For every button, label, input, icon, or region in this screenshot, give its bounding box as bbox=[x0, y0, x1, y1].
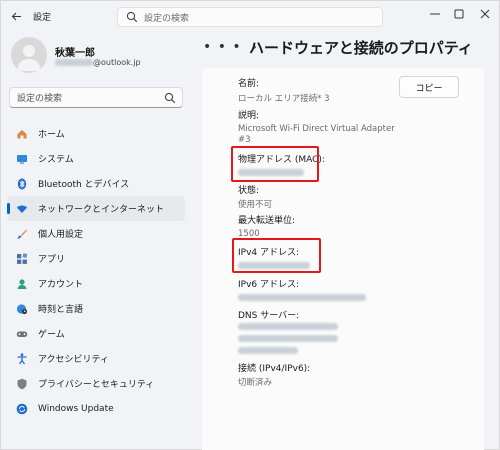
search-icon bbox=[164, 92, 176, 103]
dns-value-redacted-2 bbox=[238, 335, 338, 345]
globe-clock-icon bbox=[16, 303, 28, 315]
email-domain: @outlook.jp bbox=[93, 58, 141, 67]
app-title: 設定 bbox=[33, 13, 52, 23]
sidebar-item-network[interactable]: ネットワークとインターネット bbox=[7, 196, 185, 221]
status-value: 使用不可 bbox=[238, 200, 273, 210]
name-value: ローカル エリア接続* 3 bbox=[238, 94, 330, 104]
description-label: 説明: bbox=[238, 111, 260, 121]
shield-icon bbox=[16, 378, 28, 390]
sidebar-item-accounts[interactable]: アカウント bbox=[7, 271, 185, 296]
email-redacted bbox=[55, 59, 93, 66]
maximize-icon bbox=[454, 9, 464, 19]
wifi-icon bbox=[16, 203, 28, 215]
sidebar-item-gaming[interactable]: ゲーム bbox=[7, 321, 185, 346]
sidebar-item-bluetooth[interactable]: Bluetooth とデバイス bbox=[7, 171, 185, 196]
sidebar-item-personalization[interactable]: 個人用設定 bbox=[7, 221, 185, 246]
accessibility-icon bbox=[16, 352, 28, 365]
sidebar-item-label: Windows Update bbox=[38, 403, 114, 414]
breadcrumb-more-button[interactable]: • • • bbox=[203, 39, 242, 55]
title-bar: 設定 設定の検索 bbox=[1, 1, 500, 31]
sidebar-item-label: アカウント bbox=[38, 280, 84, 290]
minimize-button[interactable] bbox=[425, 7, 445, 21]
close-button[interactable] bbox=[475, 7, 495, 21]
sidebar-item-time-language[interactable]: 時刻と言語 bbox=[7, 296, 185, 321]
mtu-label: 最大転送単位: bbox=[238, 216, 296, 226]
sidebar-search-input[interactable]: 設定の検索 bbox=[9, 87, 183, 108]
status-label: 状態: bbox=[238, 186, 260, 196]
sidebar-item-label: ゲーム bbox=[38, 330, 65, 340]
sidebar-item-label: アプリ bbox=[38, 255, 66, 265]
dns-value-redacted-1 bbox=[238, 323, 338, 333]
avatar[interactable] bbox=[11, 37, 47, 73]
sidebar-item-apps[interactable]: アプリ bbox=[7, 246, 185, 271]
sidebar-item-system[interactable]: システム bbox=[7, 146, 185, 171]
top-search-box[interactable]: 設定の検索 bbox=[117, 7, 383, 27]
connection-label: 接続 (IPv4/IPv6): bbox=[238, 364, 311, 374]
sidebar-item-label: 時刻と言語 bbox=[38, 305, 84, 315]
sidebar-search-placeholder: 設定の検索 bbox=[17, 94, 63, 104]
ipv6-value-redacted bbox=[238, 294, 366, 304]
sidebar-item-privacy-security[interactable]: プライバシーとセキュリティ bbox=[7, 371, 185, 396]
sidebar-item-label: アクセシビリティ bbox=[38, 355, 110, 365]
sidebar-item-accessibility[interactable]: アクセシビリティ bbox=[7, 346, 185, 371]
description-value-line1: Microsoft Wi-Fi Direct Virtual Adapter bbox=[238, 124, 395, 134]
ipv6-label: IPv6 アドレス: bbox=[238, 280, 300, 290]
system-icon bbox=[16, 153, 28, 165]
name-label: 名前: bbox=[238, 79, 260, 89]
sidebar-item-label: Bluetooth とデバイス bbox=[38, 180, 130, 190]
search-icon bbox=[126, 11, 138, 23]
profile-name: 秋葉一郎 bbox=[55, 48, 95, 59]
mac-highlight-box bbox=[231, 146, 319, 182]
connection-value: 切断済み bbox=[238, 378, 273, 388]
apps-icon bbox=[16, 252, 28, 265]
brush-icon bbox=[16, 228, 28, 240]
sidebar-item-label: システム bbox=[38, 155, 74, 165]
gamepad-icon bbox=[16, 328, 28, 340]
back-arrow-icon bbox=[11, 12, 21, 20]
home-icon bbox=[16, 128, 28, 140]
page-title: ハードウェアと接続のプロパティ bbox=[249, 39, 473, 57]
sidebar-item-label: プライバシーとセキュリティ bbox=[38, 380, 155, 390]
sidebar-nav: ホーム システム Bluetooth とデバイス ネットワークとインターネット … bbox=[7, 121, 185, 421]
maximize-button[interactable] bbox=[449, 7, 469, 21]
dns-label: DNS サーバー: bbox=[238, 311, 300, 321]
minimize-icon bbox=[430, 13, 440, 15]
back-button[interactable] bbox=[9, 9, 23, 23]
ipv4-highlight-box bbox=[232, 238, 321, 273]
sidebar-item-windows-update[interactable]: Windows Update bbox=[7, 396, 185, 421]
description-value-line2: #3 bbox=[238, 135, 251, 145]
sidebar-item-label: 個人用設定 bbox=[38, 230, 84, 240]
profile-email: @outlook.jp bbox=[55, 58, 141, 67]
top-search-placeholder: 設定の検索 bbox=[144, 13, 190, 24]
user-silhouette-icon bbox=[17, 45, 41, 71]
sidebar-item-home[interactable]: ホーム bbox=[7, 121, 185, 146]
bluetooth-icon bbox=[16, 178, 28, 190]
sidebar-item-label: ネットワークとインターネット bbox=[38, 205, 165, 215]
copy-button[interactable]: コピー bbox=[399, 76, 459, 98]
sidebar-item-label: ホーム bbox=[38, 130, 65, 140]
dns-value-redacted-3 bbox=[238, 347, 298, 357]
settings-window: 設定 設定の検索 秋葉一郎 @outlook.jp 設定の検索 ホーム システム… bbox=[0, 0, 500, 450]
account-icon bbox=[16, 278, 28, 290]
update-icon bbox=[16, 403, 28, 415]
close-icon bbox=[480, 9, 490, 19]
